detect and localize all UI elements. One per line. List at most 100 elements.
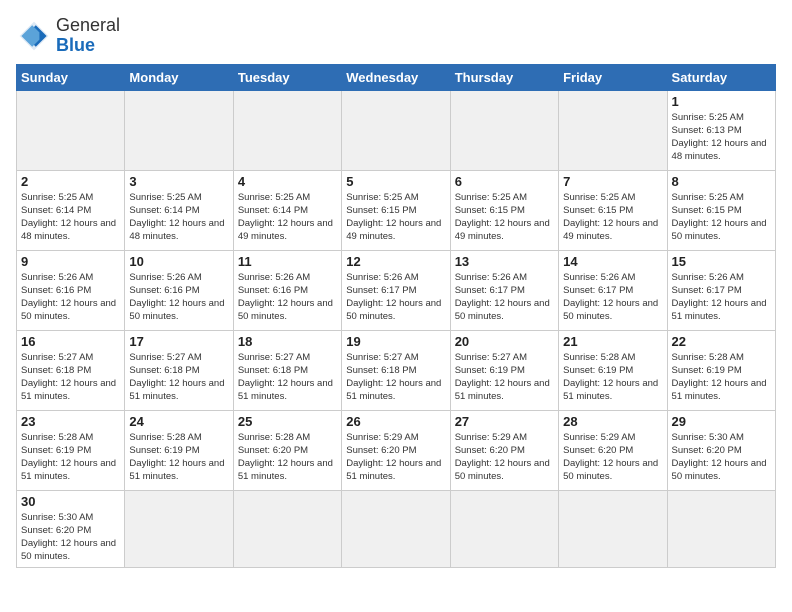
calendar-cell (125, 90, 233, 170)
day-number: 21 (563, 334, 662, 349)
day-info: Sunrise: 5:25 AM Sunset: 6:14 PM Dayligh… (238, 191, 337, 244)
calendar-cell: 3 Sunrise: 5:25 AM Sunset: 6:14 PM Daylig… (125, 170, 233, 250)
calendar-cell: 25 Sunrise: 5:28 AM Sunset: 6:20 PM Dayli… (233, 410, 341, 490)
calendar-cell: 12 Sunrise: 5:26 AM Sunset: 6:17 PM Dayli… (342, 250, 450, 330)
day-info: Sunrise: 5:25 AM Sunset: 6:14 PM Dayligh… (129, 191, 228, 244)
day-info: Sunrise: 5:25 AM Sunset: 6:15 PM Dayligh… (346, 191, 445, 244)
day-number: 19 (346, 334, 445, 349)
weekday-header-row: SundayMondayTuesdayWednesdayThursdayFrid… (17, 64, 776, 90)
calendar-row: 2 Sunrise: 5:25 AM Sunset: 6:14 PM Daylig… (17, 170, 776, 250)
calendar-cell: 28Sunrise: 5:29 AM Sunset: 6:20 PM Dayli… (559, 410, 667, 490)
calendar-cell: 10Sunrise: 5:26 AM Sunset: 6:16 PM Dayli… (125, 250, 233, 330)
day-number: 4 (238, 174, 337, 189)
day-info: Sunrise: 5:26 AM Sunset: 6:17 PM Dayligh… (672, 271, 771, 324)
calendar-cell: 8Sunrise: 5:25 AM Sunset: 6:15 PM Daylig… (667, 170, 775, 250)
calendar-cell (559, 490, 667, 567)
day-info: Sunrise: 5:28 AM Sunset: 6:20 PM Dayligh… (238, 431, 337, 484)
day-info: Sunrise: 5:29 AM Sunset: 6:20 PM Dayligh… (346, 431, 445, 484)
calendar-cell: 1 Sunrise: 5:25 AM Sunset: 6:13 PM Daylig… (667, 90, 775, 170)
calendar-cell (17, 90, 125, 170)
calendar-row: 9 Sunrise: 5:26 AM Sunset: 6:16 PM Daylig… (17, 250, 776, 330)
day-number: 30 (21, 494, 120, 509)
logo-icon (16, 18, 52, 54)
day-number: 17 (129, 334, 228, 349)
calendar-cell: 7Sunrise: 5:25 AM Sunset: 6:15 PM Daylig… (559, 170, 667, 250)
calendar-cell: 20Sunrise: 5:27 AM Sunset: 6:19 PM Dayli… (450, 330, 558, 410)
weekday-header-sunday: Sunday (17, 64, 125, 90)
day-number: 24 (129, 414, 228, 429)
day-info: Sunrise: 5:27 AM Sunset: 6:19 PM Dayligh… (455, 351, 554, 404)
calendar-table: SundayMondayTuesdayWednesdayThursdayFrid… (16, 64, 776, 568)
day-number: 27 (455, 414, 554, 429)
day-number: 25 (238, 414, 337, 429)
calendar-cell: 5Sunrise: 5:25 AM Sunset: 6:15 PM Daylig… (342, 170, 450, 250)
day-number: 26 (346, 414, 445, 429)
day-info: Sunrise: 5:25 AM Sunset: 6:15 PM Dayligh… (455, 191, 554, 244)
day-info: Sunrise: 5:25 AM Sunset: 6:13 PM Dayligh… (672, 111, 771, 164)
day-info: Sunrise: 5:29 AM Sunset: 6:20 PM Dayligh… (563, 431, 662, 484)
weekday-header-thursday: Thursday (450, 64, 558, 90)
calendar-cell: 17Sunrise: 5:27 AM Sunset: 6:18 PM Dayli… (125, 330, 233, 410)
day-info: Sunrise: 5:25 AM Sunset: 6:14 PM Dayligh… (21, 191, 120, 244)
calendar-cell: 22 Sunrise: 5:28 AM Sunset: 6:19 PM Dayli… (667, 330, 775, 410)
day-number: 3 (129, 174, 228, 189)
day-number: 9 (21, 254, 120, 269)
calendar-cell (667, 490, 775, 567)
calendar-cell: 14 Sunrise: 5:26 AM Sunset: 6:17 PM Dayli… (559, 250, 667, 330)
day-number: 23 (21, 414, 120, 429)
weekday-header-wednesday: Wednesday (342, 64, 450, 90)
calendar-cell: 18 Sunrise: 5:27 AM Sunset: 6:18 PM Dayli… (233, 330, 341, 410)
day-number: 14 (563, 254, 662, 269)
day-info: Sunrise: 5:27 AM Sunset: 6:18 PM Dayligh… (238, 351, 337, 404)
day-info: Sunrise: 5:28 AM Sunset: 6:19 PM Dayligh… (672, 351, 771, 404)
day-info: Sunrise: 5:25 AM Sunset: 6:15 PM Dayligh… (672, 191, 771, 244)
calendar-cell: 16 Sunrise: 5:27 AM Sunset: 6:18 PM Dayli… (17, 330, 125, 410)
day-info: Sunrise: 5:26 AM Sunset: 6:16 PM Dayligh… (129, 271, 228, 324)
calendar-cell (450, 90, 558, 170)
day-number: 29 (672, 414, 771, 429)
calendar-cell: 9 Sunrise: 5:26 AM Sunset: 6:16 PM Daylig… (17, 250, 125, 330)
day-info: Sunrise: 5:26 AM Sunset: 6:16 PM Dayligh… (21, 271, 120, 324)
calendar-row: 30Sunrise: 5:30 AM Sunset: 6:20 PM Dayli… (17, 490, 776, 567)
day-info: Sunrise: 5:28 AM Sunset: 6:19 PM Dayligh… (21, 431, 120, 484)
weekday-header-tuesday: Tuesday (233, 64, 341, 90)
day-info: Sunrise: 5:26 AM Sunset: 6:16 PM Dayligh… (238, 271, 337, 324)
calendar-row: 16 Sunrise: 5:27 AM Sunset: 6:18 PM Dayli… (17, 330, 776, 410)
day-number: 1 (672, 94, 771, 109)
day-number: 2 (21, 174, 120, 189)
day-number: 16 (21, 334, 120, 349)
calendar-cell (342, 90, 450, 170)
day-info: Sunrise: 5:26 AM Sunset: 6:17 PM Dayligh… (346, 271, 445, 324)
weekday-header-monday: Monday (125, 64, 233, 90)
calendar-cell: 21Sunrise: 5:28 AM Sunset: 6:19 PM Dayli… (559, 330, 667, 410)
calendar-cell: 11 Sunrise: 5:26 AM Sunset: 6:16 PM Dayli… (233, 250, 341, 330)
calendar-cell: 15 Sunrise: 5:26 AM Sunset: 6:17 PM Dayli… (667, 250, 775, 330)
calendar-cell: 29 Sunrise: 5:30 AM Sunset: 6:20 PM Dayli… (667, 410, 775, 490)
calendar-cell (125, 490, 233, 567)
day-number: 12 (346, 254, 445, 269)
day-number: 18 (238, 334, 337, 349)
day-info: Sunrise: 5:30 AM Sunset: 6:20 PM Dayligh… (672, 431, 771, 484)
calendar-cell (342, 490, 450, 567)
weekday-header-saturday: Saturday (667, 64, 775, 90)
day-info: Sunrise: 5:25 AM Sunset: 6:15 PM Dayligh… (563, 191, 662, 244)
day-number: 11 (238, 254, 337, 269)
calendar-body: 1 Sunrise: 5:25 AM Sunset: 6:13 PM Daylig… (17, 90, 776, 567)
day-info: Sunrise: 5:27 AM Sunset: 6:18 PM Dayligh… (346, 351, 445, 404)
day-info: Sunrise: 5:26 AM Sunset: 6:17 PM Dayligh… (563, 271, 662, 324)
calendar-cell: 27 Sunrise: 5:29 AM Sunset: 6:20 PM Dayli… (450, 410, 558, 490)
weekday-header-friday: Friday (559, 64, 667, 90)
day-number: 15 (672, 254, 771, 269)
calendar-cell: 4 Sunrise: 5:25 AM Sunset: 6:14 PM Daylig… (233, 170, 341, 250)
calendar-row: 23 Sunrise: 5:28 AM Sunset: 6:19 PM Dayli… (17, 410, 776, 490)
day-number: 13 (455, 254, 554, 269)
calendar-cell: 2 Sunrise: 5:25 AM Sunset: 6:14 PM Daylig… (17, 170, 125, 250)
calendar-cell: 24Sunrise: 5:28 AM Sunset: 6:19 PM Dayli… (125, 410, 233, 490)
day-number: 22 (672, 334, 771, 349)
calendar-cell: 13Sunrise: 5:26 AM Sunset: 6:17 PM Dayli… (450, 250, 558, 330)
page-header: General Blue (16, 16, 776, 56)
day-info: Sunrise: 5:29 AM Sunset: 6:20 PM Dayligh… (455, 431, 554, 484)
day-info: Sunrise: 5:27 AM Sunset: 6:18 PM Dayligh… (21, 351, 120, 404)
day-number: 6 (455, 174, 554, 189)
calendar-cell: 6 Sunrise: 5:25 AM Sunset: 6:15 PM Daylig… (450, 170, 558, 250)
